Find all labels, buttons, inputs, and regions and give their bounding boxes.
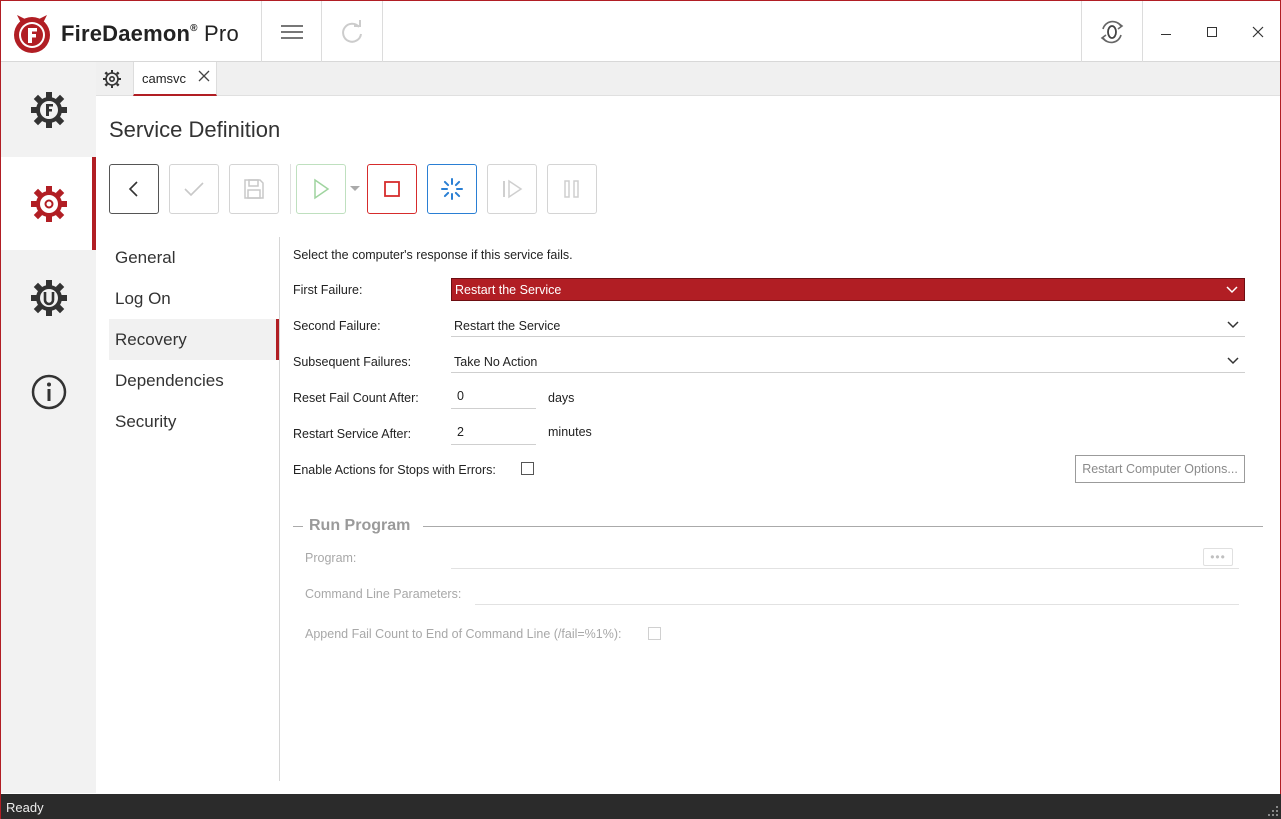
maximize-icon xyxy=(1207,26,1217,37)
app-window: FireDaemon® Pro camsvc Service Definitio… xyxy=(0,0,1281,819)
minimize-icon xyxy=(1161,33,1171,35)
rail-item-u[interactable] xyxy=(1,251,96,344)
save-button[interactable] xyxy=(229,164,279,214)
restart-service-after-label: Restart Service After: xyxy=(293,427,412,441)
chevron-down-icon xyxy=(1227,321,1239,329)
step-button[interactable] xyxy=(487,164,537,214)
chevron-down-icon xyxy=(1226,286,1238,294)
tab-camsvc[interactable]: camsvc xyxy=(133,62,217,96)
status-text: Ready xyxy=(6,800,44,815)
gear-icon xyxy=(103,69,121,88)
tab-strip: camsvc xyxy=(96,62,1280,96)
settings-tab-button[interactable] xyxy=(96,62,128,95)
stop-icon xyxy=(384,181,400,197)
nav-security[interactable]: Security xyxy=(109,401,279,442)
rail-item-services[interactable] xyxy=(1,157,96,250)
group-line-right xyxy=(423,526,1263,527)
tab-label: camsvc xyxy=(142,71,187,86)
command-line-parameters-input[interactable] xyxy=(475,604,1239,605)
second-failure-value: Restart the Service xyxy=(454,319,561,333)
status-bar: Ready xyxy=(1,794,1281,819)
brand-text: FireDaemon xyxy=(61,21,191,46)
first-failure-value: Restart the Service xyxy=(455,283,562,297)
refresh-icon xyxy=(342,19,362,43)
chevron-down-icon xyxy=(1227,357,1239,365)
restart-service-after-unit: minutes xyxy=(548,425,592,439)
subsequent-failures-label: Subsequent Failures: xyxy=(293,355,412,369)
restart-button[interactable] xyxy=(427,164,477,214)
subsequent-failures-select[interactable]: Take No Action xyxy=(451,350,1245,373)
maximize-button[interactable] xyxy=(1189,1,1235,62)
restart-service-after-input[interactable]: 2 xyxy=(451,421,536,445)
minimize-button[interactable] xyxy=(1143,1,1189,62)
close-tab-icon[interactable] xyxy=(197,69,211,83)
apply-icon xyxy=(184,182,204,197)
restart-icon xyxy=(441,178,463,200)
start-dropdown-arrow-icon[interactable] xyxy=(350,186,360,191)
save-icon xyxy=(244,179,264,199)
second-failure-label: Second Failure: xyxy=(293,319,381,333)
back-button[interactable] xyxy=(109,164,159,214)
subsequent-failures-value: Take No Action xyxy=(454,355,538,369)
back-icon xyxy=(128,181,138,197)
step-icon xyxy=(503,179,523,199)
firedaemon-gear-icon xyxy=(30,91,67,128)
pause-button[interactable] xyxy=(547,164,597,214)
append-fail-count-label: Append Fail Count to End of Command Line… xyxy=(305,627,622,641)
enable-actions-checkbox[interactable] xyxy=(521,462,534,475)
service-gear-icon xyxy=(30,185,67,222)
info-icon xyxy=(31,374,66,409)
group-line-left xyxy=(293,526,303,527)
reset-fail-count-unit: days xyxy=(548,391,575,405)
brand-name: FireDaemon® Pro xyxy=(61,21,239,47)
nav-recovery[interactable]: Recovery xyxy=(109,319,279,360)
run-program-heading: Run Program xyxy=(309,517,411,534)
restart-computer-options-button[interactable]: Restart Computer Options... xyxy=(1075,455,1245,483)
page-title: Service Definition xyxy=(109,117,281,142)
title-bar: FireDaemon® Pro xyxy=(1,1,1280,62)
close-icon xyxy=(1252,26,1263,37)
program-input[interactable] xyxy=(451,568,1239,569)
first-failure-select[interactable]: Restart the Service xyxy=(451,278,1245,301)
brand-suffix: Pro xyxy=(204,21,239,46)
session-zero-icon xyxy=(1100,20,1124,43)
reset-fail-count-input[interactable]: 0 xyxy=(451,385,536,409)
app-logo: FireDaemon® Pro xyxy=(11,11,261,55)
enable-actions-label: Enable Actions for Stops with Errors: xyxy=(293,463,496,477)
brand-registered-mark: ® xyxy=(190,23,198,34)
browse-program-button[interactable]: ••• xyxy=(1203,548,1233,566)
apply-button[interactable] xyxy=(169,164,219,214)
titlebar-divider xyxy=(382,1,383,62)
start-icon xyxy=(314,178,330,200)
start-button[interactable] xyxy=(296,164,346,214)
second-failure-select[interactable]: Restart the Service xyxy=(451,314,1245,337)
reset-fail-count-value: 0 xyxy=(457,389,464,403)
u-gear-icon xyxy=(30,279,67,316)
close-button[interactable] xyxy=(1235,1,1280,62)
first-failure-label: First Failure: xyxy=(293,283,363,297)
rail-item-firedaemon[interactable] xyxy=(1,63,96,156)
command-line-parameters-label: Command Line Parameters: xyxy=(305,587,462,601)
nav-divider xyxy=(279,237,280,781)
nav-log-on[interactable]: Log On xyxy=(109,278,279,319)
menu-button[interactable] xyxy=(262,1,321,62)
stop-button[interactable] xyxy=(367,164,417,214)
restart-service-after-value: 2 xyxy=(457,425,464,439)
hamburger-menu-icon xyxy=(280,24,303,39)
left-rail xyxy=(1,62,96,793)
program-label: Program: xyxy=(305,551,357,565)
toolbar-divider xyxy=(290,164,291,214)
nav-general[interactable]: General xyxy=(109,237,279,278)
append-fail-count-checkbox[interactable] xyxy=(648,627,661,640)
nav-dependencies[interactable]: Dependencies xyxy=(109,360,279,401)
pause-icon xyxy=(564,180,579,198)
rail-item-info[interactable] xyxy=(1,345,96,438)
firedaemon-logo-icon xyxy=(14,15,50,53)
refresh-button[interactable] xyxy=(322,1,382,62)
reset-fail-count-label: Reset Fail Count After: xyxy=(293,391,419,405)
resize-grip-icon[interactable] xyxy=(1267,805,1279,817)
session-zero-button[interactable] xyxy=(1082,1,1142,62)
recovery-intro: Select the computer's response if this s… xyxy=(293,248,573,262)
